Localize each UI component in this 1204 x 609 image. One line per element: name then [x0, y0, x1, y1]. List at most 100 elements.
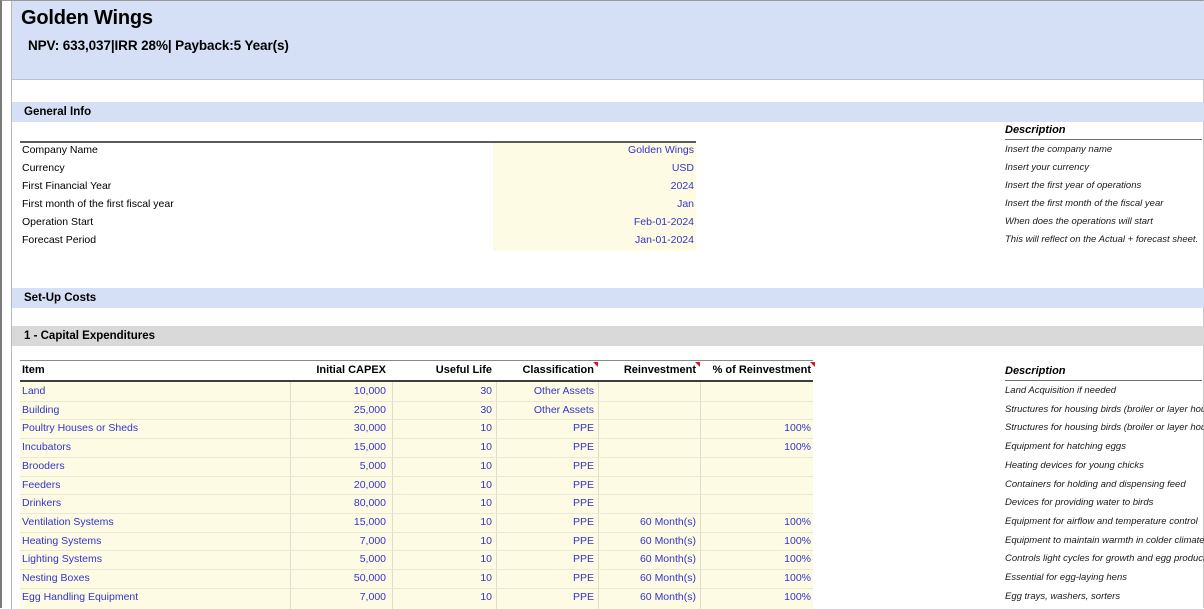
general-info-value[interactable]: Feb-01-2024	[494, 216, 694, 228]
capex-column-header-reinvestment: Reinvestment	[600, 364, 696, 376]
capex-cell-pct-reinvestment[interactable]: 100%	[702, 422, 811, 434]
capex-cell-item[interactable]: Building	[22, 404, 292, 416]
capex-cell-initial-capex[interactable]: 10,000	[292, 385, 386, 397]
cell-comment-marker-icon	[593, 362, 598, 367]
capex-cell-initial-capex[interactable]: 15,000	[292, 516, 386, 528]
general-info-description: Insert your currency	[1005, 162, 1089, 173]
capex-cell-initial-capex[interactable]: 80,000	[292, 497, 386, 509]
capex-cell-pct-reinvestment[interactable]: 100%	[702, 591, 811, 603]
capex-cell-reinvestment[interactable]: 60 Month(s)	[600, 535, 696, 547]
capex-cell-item[interactable]: Brooders	[22, 460, 292, 472]
general-info-value[interactable]: Golden Wings	[494, 144, 694, 156]
capex-cell-initial-capex[interactable]: 20,000	[292, 479, 386, 491]
capex-cell-classification[interactable]: PPE	[498, 553, 594, 565]
capex-column-header-pct-reinvestment: % of Reinvestment	[702, 364, 811, 376]
capex-cell-initial-capex[interactable]: 50,000	[292, 572, 386, 584]
capex-cell-initial-capex[interactable]: 25,000	[292, 404, 386, 416]
capex-column-header-item: Item	[22, 364, 292, 376]
report-title-band: Golden Wings NPV: 633,037|IRR 28%| Payba…	[12, 1, 1204, 80]
capex-row-separator	[20, 550, 813, 551]
capex-cell-useful-life[interactable]: 10	[394, 422, 492, 434]
capex-cell-item[interactable]: Heating Systems	[22, 535, 292, 547]
capex-cell-useful-life[interactable]: 10	[394, 497, 492, 509]
capex-cell-useful-life[interactable]: 10	[394, 535, 492, 547]
capex-cell-classification[interactable]: PPE	[498, 497, 594, 509]
capex-cell-initial-capex[interactable]: 7,000	[292, 535, 386, 547]
capex-cell-classification[interactable]: PPE	[498, 441, 594, 453]
capex-row-separator	[20, 476, 813, 477]
capex-cell-classification[interactable]: PPE	[498, 535, 594, 547]
general-info-value[interactable]: 2024	[494, 180, 694, 192]
capex-cell-initial-capex[interactable]: 5,000	[292, 460, 386, 472]
capex-row-separator	[20, 457, 813, 458]
general-info-value[interactable]: Jan-01-2024	[494, 234, 694, 246]
description-rule-general	[1005, 139, 1202, 140]
capex-cell-item[interactable]: Land	[22, 385, 292, 397]
capex-cell-initial-capex[interactable]: 7,000	[292, 591, 386, 603]
capex-column-header-classification: Classification	[498, 364, 594, 376]
capex-cell-useful-life[interactable]: 10	[394, 553, 492, 565]
capex-cell-classification[interactable]: PPE	[498, 516, 594, 528]
capex-cell-pct-reinvestment[interactable]: 100%	[702, 572, 811, 584]
capex-row-separator	[20, 419, 813, 420]
capex-column-separator	[700, 382, 701, 609]
capex-cell-item[interactable]: Nesting Boxes	[22, 572, 292, 584]
capex-row-description: Equipment for hatching eggs	[1005, 441, 1126, 452]
capex-cell-classification[interactable]: PPE	[498, 591, 594, 603]
general-info-value[interactable]: Jan	[494, 198, 694, 210]
general-info-label: Company Name	[22, 144, 98, 156]
capex-cell-useful-life[interactable]: 10	[394, 441, 492, 453]
capex-cell-classification[interactable]: PPE	[498, 572, 594, 584]
capex-cell-reinvestment[interactable]: 60 Month(s)	[600, 572, 696, 584]
capex-row-description: Controls light cycles for growth and egg…	[1005, 553, 1204, 564]
capex-cell-item[interactable]: Lighting Systems	[22, 553, 292, 565]
capex-cell-useful-life[interactable]: 10	[394, 479, 492, 491]
capex-row-description: Equipment to maintain warmth in colder c…	[1005, 535, 1204, 546]
general-info-label: Operation Start	[22, 216, 93, 228]
capex-cell-classification[interactable]: PPE	[498, 460, 594, 472]
capex-cell-reinvestment[interactable]: 60 Month(s)	[600, 553, 696, 565]
capex-header-bottom-rule	[20, 380, 813, 382]
general-info-value[interactable]: USD	[494, 162, 694, 174]
capex-cell-useful-life[interactable]: 10	[394, 460, 492, 472]
capex-cell-pct-reinvestment[interactable]: 100%	[702, 553, 811, 565]
capex-cell-reinvestment[interactable]: 60 Month(s)	[600, 591, 696, 603]
capex-column-header-useful-life: Useful Life	[394, 364, 492, 376]
capex-cell-classification[interactable]: Other Assets	[498, 404, 594, 416]
page-title: Golden Wings	[21, 7, 153, 30]
section-header-general-info: General Info	[12, 102, 1204, 122]
capex-column-header-initial-capex: Initial CAPEX	[292, 364, 386, 376]
cell-comment-marker-icon	[695, 362, 700, 367]
capex-cell-initial-capex[interactable]: 5,000	[292, 553, 386, 565]
capex-cell-classification[interactable]: PPE	[498, 422, 594, 434]
capex-cell-item[interactable]: Egg Handling Equipment	[22, 591, 292, 603]
capex-cell-item[interactable]: Ventilation Systems	[22, 516, 292, 528]
capex-cell-pct-reinvestment[interactable]: 100%	[702, 516, 811, 528]
capex-cell-useful-life[interactable]: 30	[394, 385, 492, 397]
capex-cell-item[interactable]: Drinkers	[22, 497, 292, 509]
capex-cell-item[interactable]: Poultry Houses or Sheds	[22, 422, 292, 434]
cell-comment-marker-icon	[810, 362, 815, 367]
capex-cell-item[interactable]: Incubators	[22, 441, 292, 453]
capex-cell-item[interactable]: Feeders	[22, 479, 292, 491]
capex-cell-pct-reinvestment[interactable]: 100%	[702, 535, 811, 547]
capex-row-description: Land Acquisition if needed	[1005, 385, 1116, 396]
capex-cell-classification[interactable]: Other Assets	[498, 385, 594, 397]
general-info-description: Insert the first year of operations	[1005, 180, 1141, 191]
capex-row-separator	[20, 588, 813, 589]
capex-header-top-rule	[20, 360, 813, 361]
general-info-description: This will reflect on the Actual + foreca…	[1005, 234, 1198, 245]
general-info-description: Insert the company name	[1005, 144, 1112, 155]
capex-cell-useful-life[interactable]: 10	[394, 516, 492, 528]
capex-cell-pct-reinvestment[interactable]: 100%	[702, 441, 811, 453]
capex-row-description: Containers for holding and dispensing fe…	[1005, 479, 1186, 490]
capex-cell-initial-capex[interactable]: 30,000	[292, 422, 386, 434]
capex-cell-initial-capex[interactable]: 15,000	[292, 441, 386, 453]
capex-cell-useful-life[interactable]: 30	[394, 404, 492, 416]
section-header-capital-expenditures: 1 - Capital Expenditures	[12, 326, 1204, 346]
capex-cell-useful-life[interactable]: 10	[394, 591, 492, 603]
capex-cell-useful-life[interactable]: 10	[394, 572, 492, 584]
capex-cell-classification[interactable]: PPE	[498, 479, 594, 491]
capex-cell-reinvestment[interactable]: 60 Month(s)	[600, 516, 696, 528]
description-rule-capex	[1005, 380, 1202, 381]
